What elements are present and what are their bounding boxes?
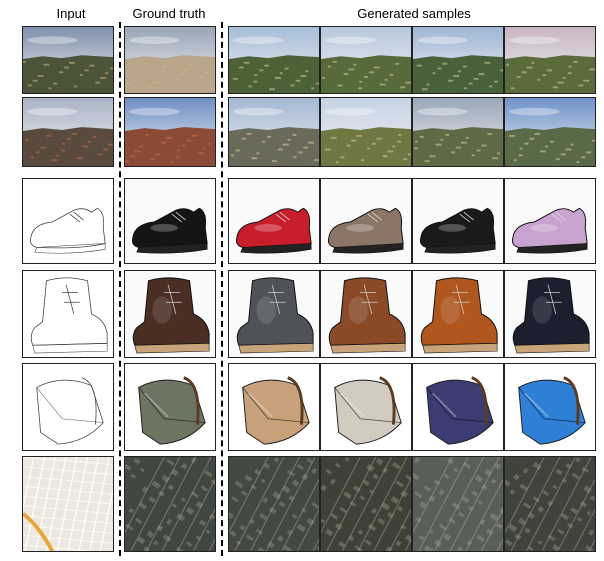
- input-image-row2: [22, 97, 114, 167]
- generated-image-row5-2: [320, 363, 412, 451]
- ground-truth-image-row6: [124, 456, 216, 552]
- input-image-row5: [22, 363, 114, 451]
- generated-image-row5-3: [412, 363, 504, 451]
- generated-image-row5-1: [228, 363, 320, 451]
- input-image-row4: [22, 270, 114, 358]
- ground-truth-image-row2: [124, 97, 216, 167]
- generated-image-row1-1: [228, 26, 320, 94]
- generated-image-row1-2: [320, 26, 412, 94]
- generated-image-row5-4: [504, 363, 596, 451]
- generated-image-row2-3: [412, 97, 504, 167]
- input-image-row6: [22, 456, 114, 552]
- generated-image-row4-3: [412, 270, 504, 358]
- header-ground-truth: Ground truth: [132, 6, 206, 21]
- generated-image-row4-2: [320, 270, 412, 358]
- generated-image-row6-2: [320, 456, 412, 552]
- generated-image-row4-4: [504, 270, 596, 358]
- generated-image-row2-4: [504, 97, 596, 167]
- generated-image-row3-4: [504, 178, 596, 264]
- generated-image-row3-1: [228, 178, 320, 264]
- generated-image-row1-3: [412, 26, 504, 94]
- ground-truth-image-row5: [124, 363, 216, 451]
- ground-truth-image-row3: [124, 178, 216, 264]
- ground-truth-image-row1: [124, 26, 216, 94]
- input-image-row1: [22, 26, 114, 94]
- generated-image-row6-3: [412, 456, 504, 552]
- input-image-row3: [22, 178, 114, 264]
- generated-image-row3-2: [320, 178, 412, 264]
- ground-truth-image-row4: [124, 270, 216, 358]
- header-input: Input: [56, 6, 86, 21]
- header-generated-samples: Generated samples: [357, 6, 471, 21]
- generated-image-row6-1: [228, 456, 320, 552]
- generated-image-row6-4: [504, 456, 596, 552]
- separator-groundtruth-generated: [221, 22, 223, 556]
- generated-image-row1-4: [504, 26, 596, 94]
- generated-image-row2-1: [228, 97, 320, 167]
- generated-image-row2-2: [320, 97, 412, 167]
- generated-image-row3-3: [412, 178, 504, 264]
- generated-image-row4-1: [228, 270, 320, 358]
- separator-input-groundtruth: [119, 22, 121, 556]
